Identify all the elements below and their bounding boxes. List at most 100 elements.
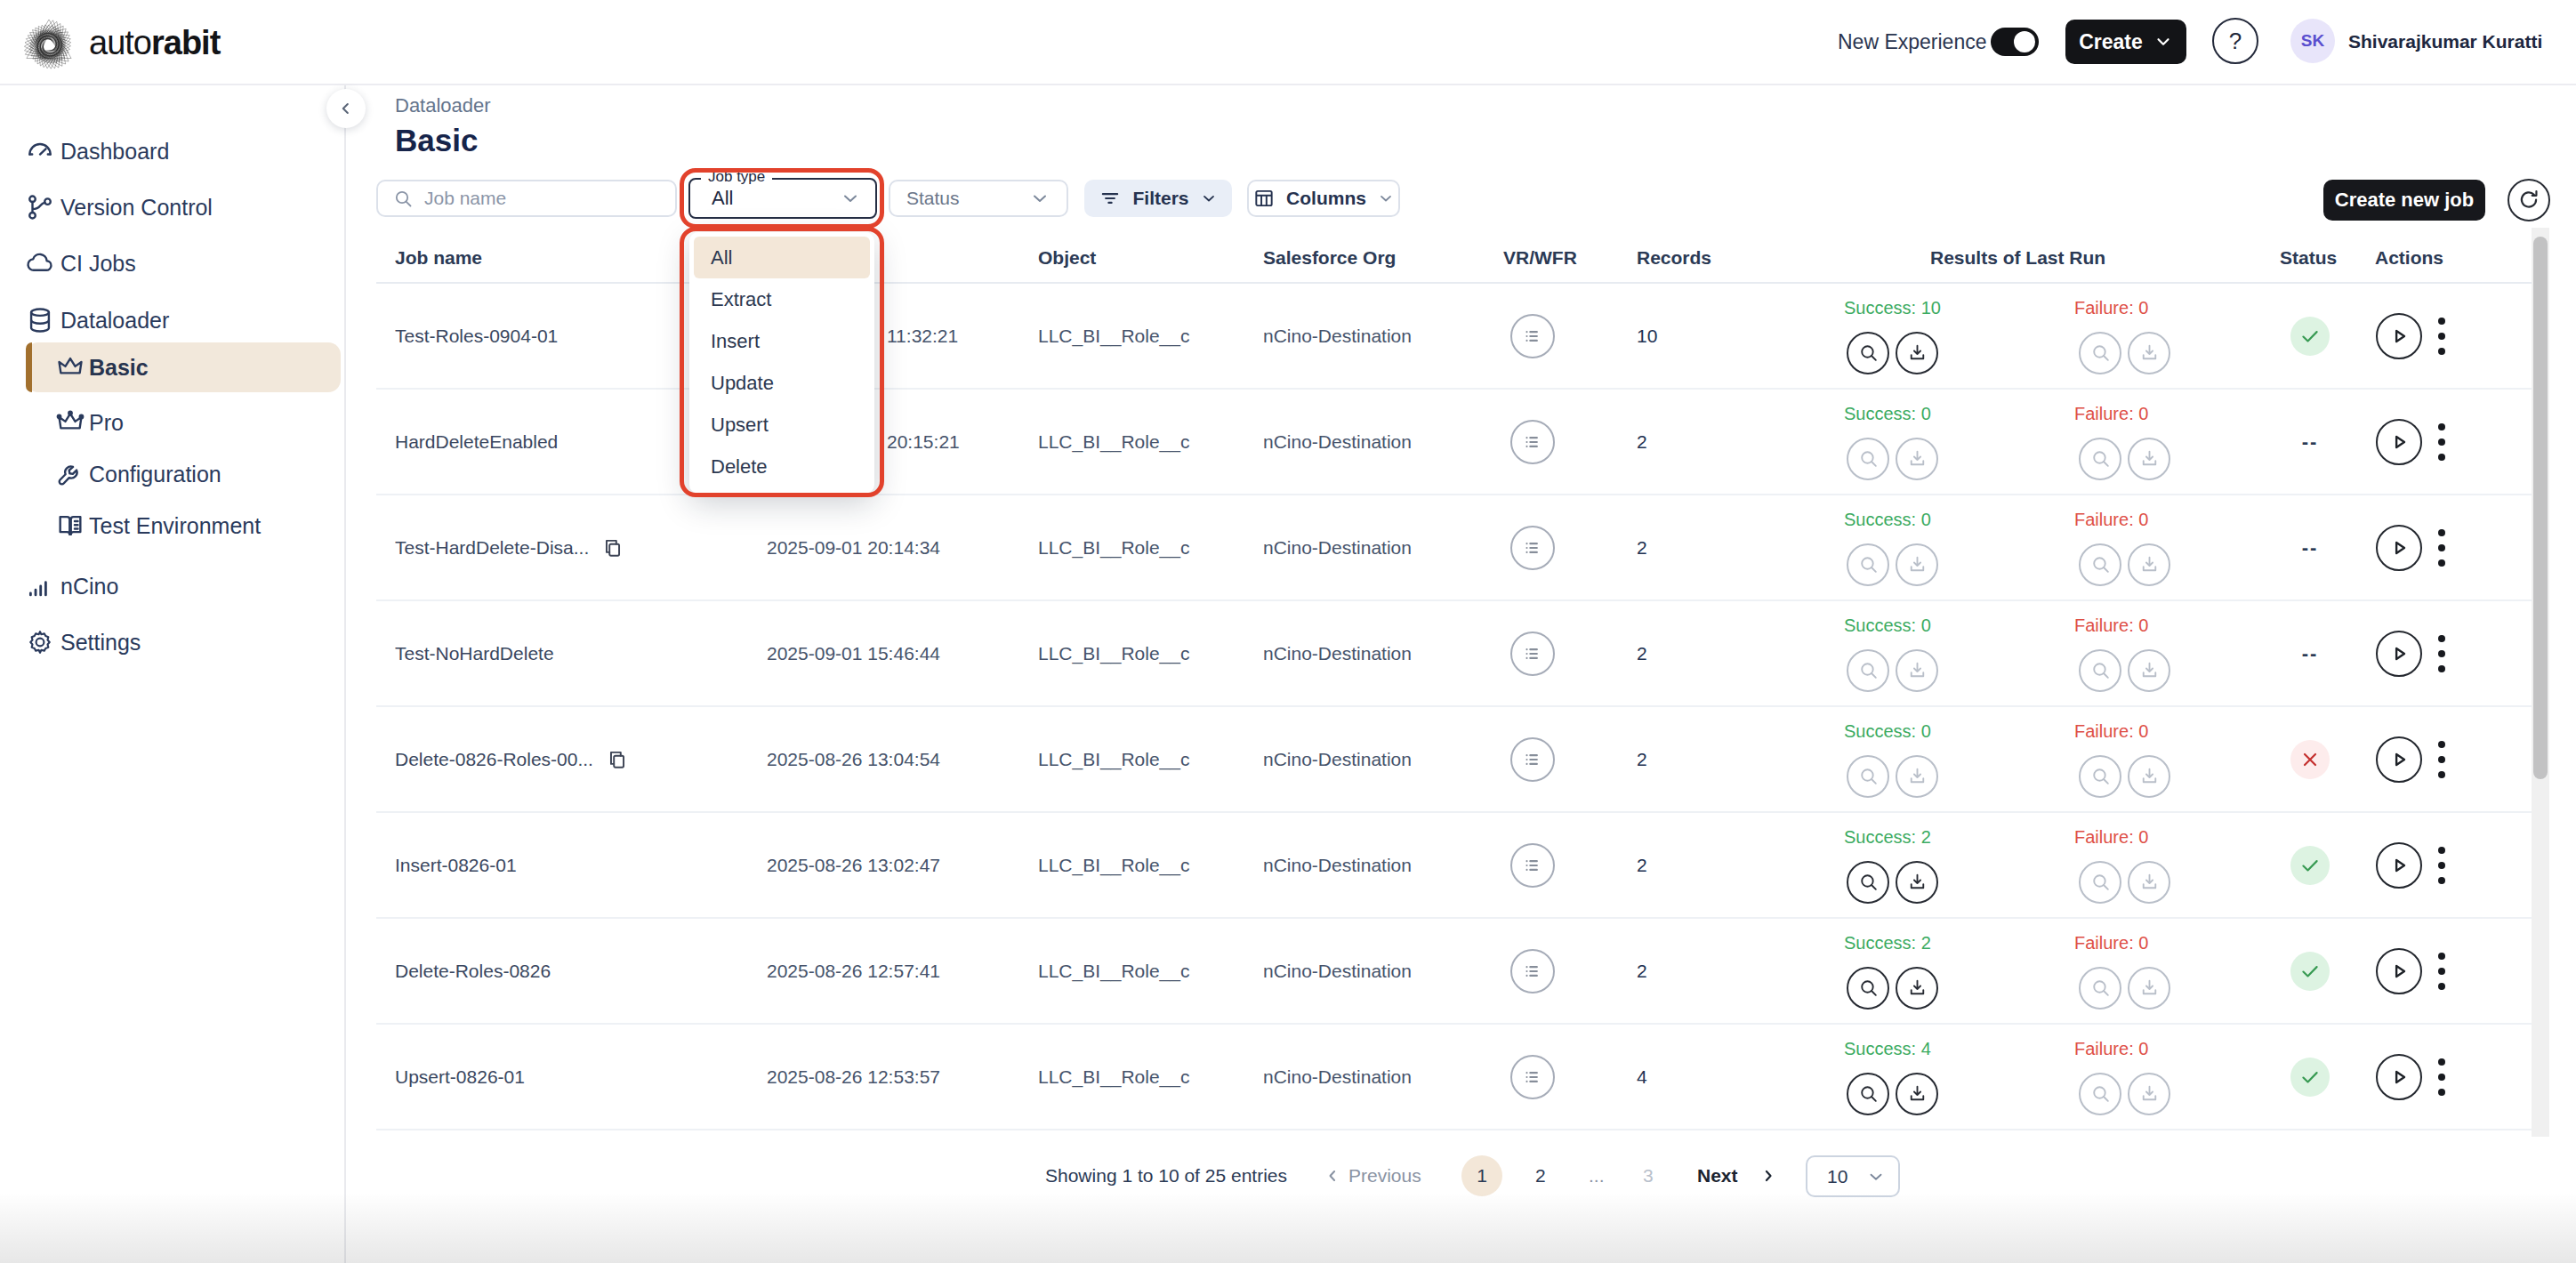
job-type-option-delete[interactable]: Delete (694, 446, 870, 487)
row-menu-button[interactable] (2438, 423, 2445, 461)
view-failures-button[interactable] (2079, 861, 2121, 904)
view-results-button[interactable] (1847, 649, 1889, 692)
vr-wfr-button[interactable] (1510, 737, 1555, 782)
run-job-button[interactable] (2376, 525, 2422, 571)
failure-actions (2079, 755, 2170, 798)
view-failures-button[interactable] (2079, 649, 2121, 692)
run-job-button[interactable] (2376, 948, 2422, 994)
download-failures-button[interactable] (2128, 438, 2170, 480)
page-size-select[interactable]: 10 (1806, 1155, 1900, 1197)
table-scrollbar-thumb[interactable] (2533, 237, 2548, 779)
download-results-button[interactable] (1896, 649, 1938, 692)
download-results-button[interactable] (1896, 543, 1938, 586)
previous-chevron-icon[interactable] (1324, 1167, 1341, 1185)
status-select[interactable]: Status (889, 180, 1068, 217)
download-results-button[interactable] (1896, 755, 1938, 798)
download-failures-button[interactable] (2128, 649, 2170, 692)
view-failures-button[interactable] (2079, 332, 2121, 374)
download-results-button[interactable] (1896, 861, 1938, 904)
run-job-button[interactable] (2376, 1054, 2422, 1100)
run-job-button[interactable] (2376, 842, 2422, 889)
vr-wfr-button[interactable] (1510, 526, 1555, 570)
run-job-button[interactable] (2376, 631, 2422, 677)
view-results-button[interactable] (1847, 967, 1889, 1010)
copy-icon[interactable] (606, 748, 629, 771)
sidebar-item-settings[interactable]: Settings (0, 623, 344, 662)
sidebar-item-version-control[interactable]: Version Control (0, 188, 344, 227)
download-results-button[interactable] (1896, 332, 1938, 374)
row-menu-button[interactable] (2438, 529, 2445, 567)
download-failures-button[interactable] (2128, 755, 2170, 798)
refresh-button[interactable] (2508, 179, 2550, 221)
top-bar: autorabit New Experience Create ? SK Shi… (0, 0, 2576, 85)
job-name-cell: Insert-0826-01 (395, 855, 517, 876)
sidebar-item-pro[interactable]: Pro (0, 403, 344, 442)
filters-button[interactable]: Filters (1084, 180, 1232, 217)
view-failures-button[interactable] (2079, 1073, 2121, 1115)
list-icon (1521, 536, 1544, 559)
sidebar-item-basic[interactable]: Basic (0, 348, 344, 387)
run-job-button[interactable] (2376, 313, 2422, 359)
help-button[interactable]: ? (2212, 18, 2258, 64)
breadcrumb[interactable]: Dataloader (395, 94, 491, 117)
run-job-button[interactable] (2376, 736, 2422, 783)
row-menu-button[interactable] (2438, 741, 2445, 778)
view-failures-button[interactable] (2079, 967, 2121, 1010)
copy-icon[interactable] (601, 536, 624, 559)
new-experience-toggle[interactable] (1991, 28, 2039, 56)
sidebar-item-dataloader[interactable]: Dataloader (0, 301, 344, 340)
next-chevron-icon[interactable] (1759, 1167, 1777, 1185)
create-new-job-button[interactable]: Create new job (2323, 180, 2485, 221)
row-menu-button[interactable] (2438, 635, 2445, 672)
job-type-option-extract[interactable]: Extract (694, 278, 870, 320)
create-button[interactable]: Create (2065, 20, 2186, 64)
download-failures-button[interactable] (2128, 543, 2170, 586)
view-failures-button[interactable] (2079, 755, 2121, 798)
view-results-button[interactable] (1847, 755, 1889, 798)
row-menu-button[interactable] (2438, 318, 2445, 355)
download-failures-button[interactable] (2128, 861, 2170, 904)
page-button-1[interactable]: 1 (1461, 1155, 1502, 1196)
download-results-button[interactable] (1896, 1073, 1938, 1115)
view-results-button[interactable] (1847, 543, 1889, 586)
view-results-button[interactable] (1847, 1073, 1889, 1115)
row-menu-button[interactable] (2438, 953, 2445, 990)
download-failures-button[interactable] (2128, 332, 2170, 374)
sidebar-item-dashboard[interactable]: Dashboard (0, 132, 344, 171)
download-results-button[interactable] (1896, 438, 1938, 480)
vr-wfr-button[interactable] (1510, 314, 1555, 358)
row-menu-button[interactable] (2438, 847, 2445, 884)
sidebar-item-ncino[interactable]: nCino (0, 567, 344, 606)
view-failures-button[interactable] (2079, 543, 2121, 586)
job-type-option-update[interactable]: Update (694, 362, 870, 404)
view-results-button[interactable] (1847, 438, 1889, 480)
page-button-2[interactable]: 2 (1535, 1165, 1546, 1187)
sidebar-item-configuration[interactable]: Configuration (0, 455, 344, 494)
vr-wfr-button[interactable] (1510, 949, 1555, 994)
job-type-option-insert[interactable]: Insert (694, 320, 870, 362)
next-button[interactable]: Next (1697, 1165, 1738, 1187)
download-failures-button[interactable] (2128, 1073, 2170, 1115)
sidebar-item-test-environment[interactable]: Test Environment (0, 506, 344, 545)
view-failures-button[interactable] (2079, 438, 2121, 480)
vr-wfr-button[interactable] (1510, 632, 1555, 676)
download-failures-button[interactable] (2128, 967, 2170, 1010)
job-type-option-upsert[interactable]: Upsert (694, 404, 870, 446)
search-input[interactable]: Job name (376, 180, 677, 217)
columns-button[interactable]: Columns (1247, 180, 1400, 217)
vr-wfr-button[interactable] (1510, 420, 1555, 464)
sidebar-item-ci-jobs[interactable]: CI Jobs (0, 244, 344, 283)
job-type-option-all[interactable]: All (694, 237, 870, 278)
download-results-button[interactable] (1896, 967, 1938, 1010)
page-button-3[interactable]: 3 (1643, 1165, 1654, 1187)
run-job-button[interactable] (2376, 419, 2422, 465)
vr-wfr-button[interactable] (1510, 843, 1555, 888)
sidebar-item-label: Configuration (89, 462, 221, 487)
view-results-button[interactable] (1847, 332, 1889, 374)
avatar[interactable]: SK (2290, 19, 2335, 63)
view-results-button[interactable] (1847, 861, 1889, 904)
previous-button[interactable]: Previous (1348, 1165, 1421, 1187)
row-menu-button[interactable] (2438, 1058, 2445, 1096)
vr-wfr-button[interactable] (1510, 1055, 1555, 1099)
sidebar-collapse-button[interactable] (326, 89, 366, 128)
